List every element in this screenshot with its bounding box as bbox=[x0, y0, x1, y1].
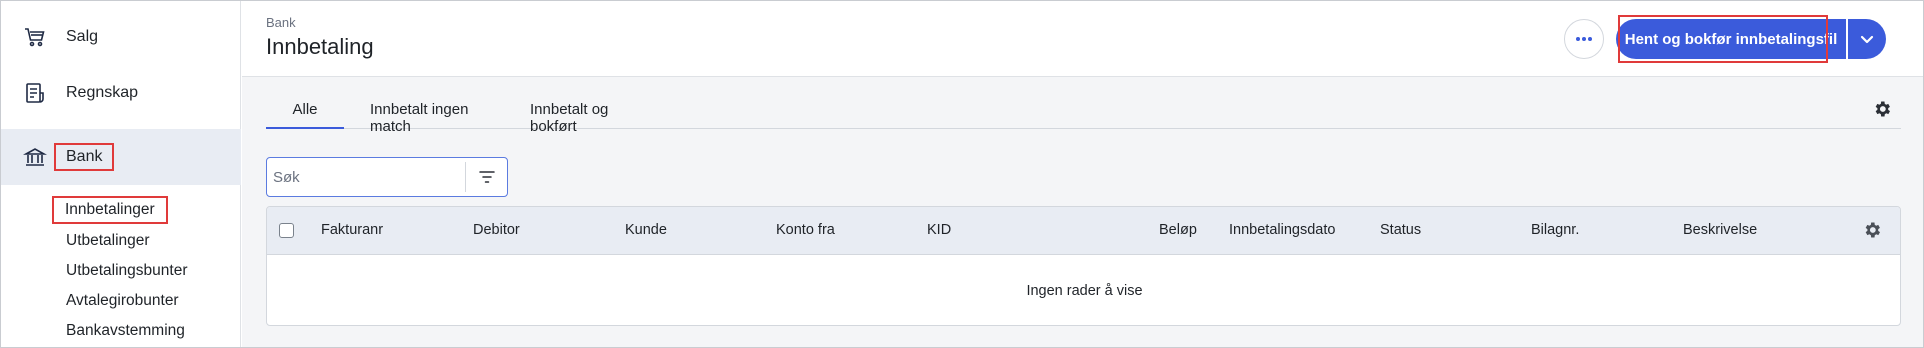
gear-icon[interactable] bbox=[1862, 220, 1882, 240]
column-header-debitor[interactable]: Debitor bbox=[473, 222, 520, 238]
breadcrumb[interactable]: Bank bbox=[266, 15, 296, 30]
button-label: Hent og bokfør innbetalingsfil bbox=[1624, 30, 1838, 48]
tab-label: Innbetalt og bokført bbox=[530, 101, 609, 135]
column-header-kunde[interactable]: Kunde bbox=[625, 222, 667, 238]
empty-state-message: Ingen rader å vise bbox=[1026, 283, 1143, 299]
search-input[interactable] bbox=[273, 164, 453, 190]
search-box bbox=[266, 157, 508, 197]
primary-dropdown-button[interactable] bbox=[1848, 19, 1886, 59]
sidebar-item-bank[interactable]: Bank bbox=[1, 129, 241, 185]
payments-table: Fakturanr Debitor Kunde Konto fra KID Be… bbox=[266, 206, 1901, 326]
select-all-checkbox[interactable] bbox=[279, 223, 294, 238]
table-header: Fakturanr Debitor Kunde Konto fra KID Be… bbox=[267, 207, 1900, 255]
sidebar-subitem-utbetalingsbunter[interactable]: Utbetalingsbunter bbox=[66, 262, 188, 280]
fetch-and-post-payment-file-button[interactable]: Hent og bokfør innbetalingsfil bbox=[1616, 19, 1846, 59]
sidebar-item-label: Regnskap bbox=[66, 84, 139, 101]
sidebar-subitem-utbetalinger[interactable]: Utbetalinger bbox=[66, 232, 150, 250]
sidebar: Salg Regnskap Bank Innbetalinger Utbetal… bbox=[1, 1, 241, 347]
filter-icon bbox=[479, 171, 495, 183]
tab-alle[interactable]: Alle bbox=[266, 95, 344, 129]
sidebar-item-salg[interactable]: Salg bbox=[1, 9, 241, 65]
column-header-konto-fra[interactable]: Konto fra bbox=[776, 222, 835, 238]
column-header-innbetalingsdato[interactable]: Innbetalingsdato bbox=[1229, 222, 1335, 238]
chevron-down-icon bbox=[1860, 35, 1874, 43]
page-title: Innbetaling bbox=[266, 34, 374, 59]
main-content: Bank Innbetaling Hent og bokfør innbetal… bbox=[242, 1, 1923, 347]
tab-label: Innbetalt ingen match bbox=[370, 101, 469, 135]
ellipsis-icon bbox=[1576, 37, 1592, 41]
more-options-button[interactable] bbox=[1564, 19, 1604, 59]
sidebar-subitem-avtalegirobunter[interactable]: Avtalegirobunter bbox=[66, 292, 179, 310]
search-divider bbox=[465, 162, 466, 192]
cart-icon bbox=[25, 28, 45, 47]
bank-icon bbox=[23, 148, 47, 166]
sidebar-subitem-innbetalinger[interactable]: Innbetalinger bbox=[52, 196, 168, 224]
page-header: Bank Innbetaling Hent og bokfør innbetal… bbox=[242, 1, 1923, 77]
column-header-bilagnr[interactable]: Bilagnr. bbox=[1531, 222, 1579, 238]
column-header-belop[interactable]: Beløp bbox=[1159, 222, 1197, 238]
gear-icon[interactable] bbox=[1872, 99, 1892, 119]
filter-button[interactable] bbox=[469, 160, 505, 194]
sidebar-item-label: Bank bbox=[53, 143, 115, 171]
column-header-fakturanr[interactable]: Fakturanr bbox=[321, 222, 383, 238]
tab-bar: Alle Innbetalt ingen match Innbetalt og … bbox=[266, 95, 1901, 135]
column-header-status[interactable]: Status bbox=[1380, 222, 1421, 238]
sidebar-item-label: Salg bbox=[66, 28, 99, 45]
tab-innbetalt-og-bokfort[interactable]: Innbetalt og bokført bbox=[530, 95, 648, 135]
ledger-icon bbox=[26, 83, 44, 103]
column-header-kid[interactable]: KID bbox=[927, 222, 951, 238]
tab-label: Alle bbox=[292, 101, 318, 118]
tab-innbetalt-ingen-match[interactable]: Innbetalt ingen match bbox=[370, 95, 496, 135]
sidebar-item-regnskap[interactable]: Regnskap bbox=[1, 65, 241, 121]
column-header-beskrivelse[interactable]: Beskrivelse bbox=[1683, 222, 1757, 238]
sidebar-subitem-bankavstemming[interactable]: Bankavstemming bbox=[66, 322, 185, 340]
